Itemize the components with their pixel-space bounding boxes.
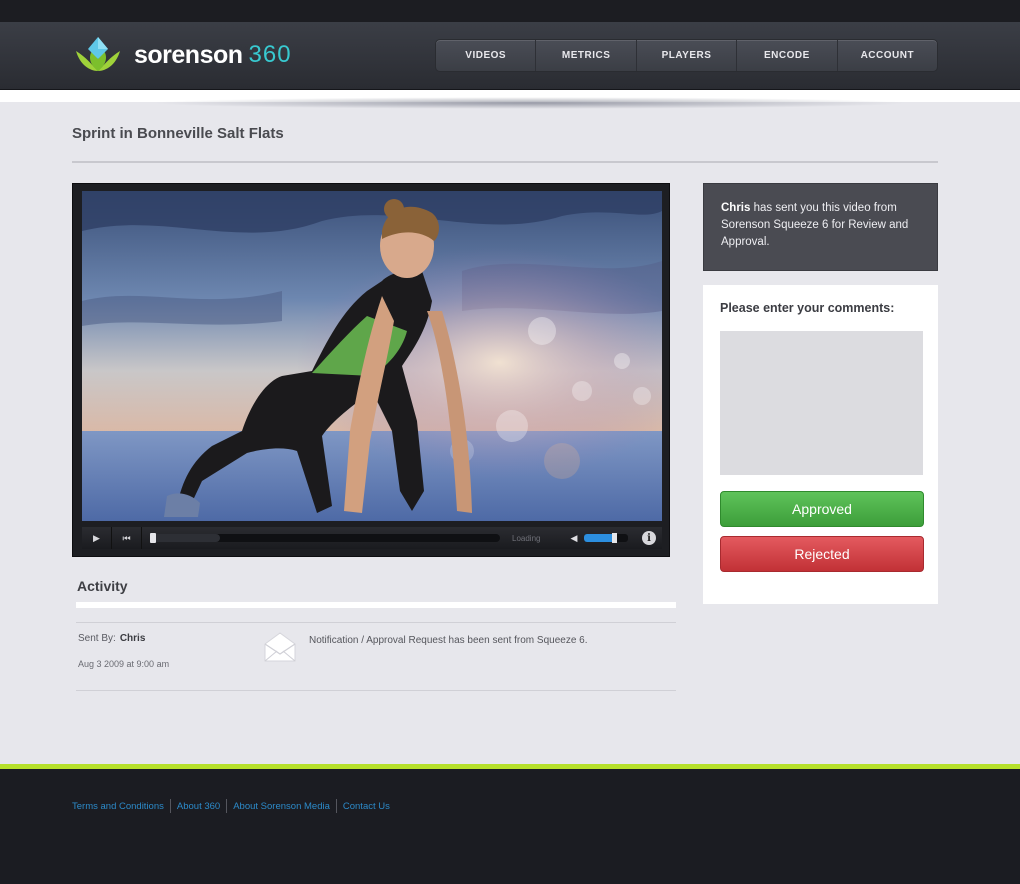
header-shadow — [150, 97, 910, 109]
loading-status: Loading — [512, 533, 541, 543]
nav-metrics[interactable]: METRICS — [536, 40, 637, 71]
video-frame[interactable] — [82, 191, 662, 521]
player-controls: ▶ ⏮ Loading ◀ i — [82, 527, 662, 549]
comments-label: Please enter your comments: — [720, 301, 895, 315]
approve-button[interactable]: Approved — [720, 491, 924, 527]
seek-bar[interactable] — [150, 533, 500, 543]
footer-link-about-360[interactable]: About 360 — [177, 801, 220, 812]
footer-link-contact[interactable]: Contact Us — [343, 801, 390, 812]
review-notice: Chris has sent you this video from Soren… — [703, 183, 938, 271]
play-icon[interactable]: ▶ — [82, 527, 112, 549]
activity-heading: Activity — [77, 578, 128, 594]
sent-by: Sent By: Chris — [78, 633, 145, 644]
info-icon[interactable]: i — [642, 531, 656, 545]
nav-players[interactable]: PLAYERS — [637, 40, 738, 71]
comments-panel: Please enter your comments: Approved Rej… — [703, 285, 938, 604]
logo[interactable]: sorenson 360 — [70, 35, 292, 75]
seek-buffered — [150, 534, 220, 542]
footer-link-about-sorenson[interactable]: About Sorenson Media — [233, 801, 330, 812]
volume-slider[interactable] — [584, 533, 628, 543]
logo-wordmark: sorenson — [134, 40, 243, 69]
video-thumbnail — [82, 191, 662, 521]
lotus-logo-icon — [70, 35, 126, 75]
volume-icon[interactable]: ◀ — [566, 533, 582, 544]
footer-separator — [169, 799, 171, 813]
nav-videos[interactable]: VIDEOS — [436, 40, 537, 71]
notice-text: has sent you this video from Sorenson Sq… — [721, 202, 909, 248]
notice-sender: Chris — [721, 202, 751, 214]
activity-divider-bottom — [76, 690, 676, 691]
footer-separator — [335, 799, 337, 813]
activity-bar — [76, 602, 676, 608]
sent-date: Aug 3 2009 at 9:00 am — [78, 659, 170, 669]
video-player: ▶ ⏮ Loading ◀ i — [72, 183, 670, 557]
activity-divider — [76, 622, 676, 623]
logo-number: 360 — [248, 41, 292, 68]
volume-handle[interactable] — [612, 533, 617, 543]
envelope-icon — [262, 630, 298, 664]
rewind-icon[interactable]: ⏮ — [112, 527, 142, 549]
comments-input[interactable] — [720, 331, 923, 475]
sender-name: Chris — [119, 633, 146, 644]
reject-button[interactable]: Rejected — [720, 536, 924, 572]
seek-handle[interactable] — [150, 533, 156, 543]
activity-message: Notification / Approval Request has been… — [309, 635, 588, 646]
page-title: Sprint in Bonneville Salt Flats — [72, 125, 284, 142]
top-strip — [0, 0, 1020, 22]
title-divider — [72, 161, 938, 163]
sent-by-label: Sent By: — [78, 633, 116, 644]
nav-account[interactable]: ACCOUNT — [838, 40, 937, 71]
footer-links: Terms and Conditions About 360 About Sor… — [72, 799, 390, 813]
footer-link-terms[interactable]: Terms and Conditions — [72, 801, 164, 812]
footer-separator — [226, 799, 228, 813]
nav-encode[interactable]: ENCODE — [737, 40, 838, 71]
footer: Terms and Conditions About 360 About Sor… — [0, 769, 1020, 884]
main-nav: VIDEOS METRICS PLAYERS ENCODE ACCOUNT — [435, 39, 938, 72]
